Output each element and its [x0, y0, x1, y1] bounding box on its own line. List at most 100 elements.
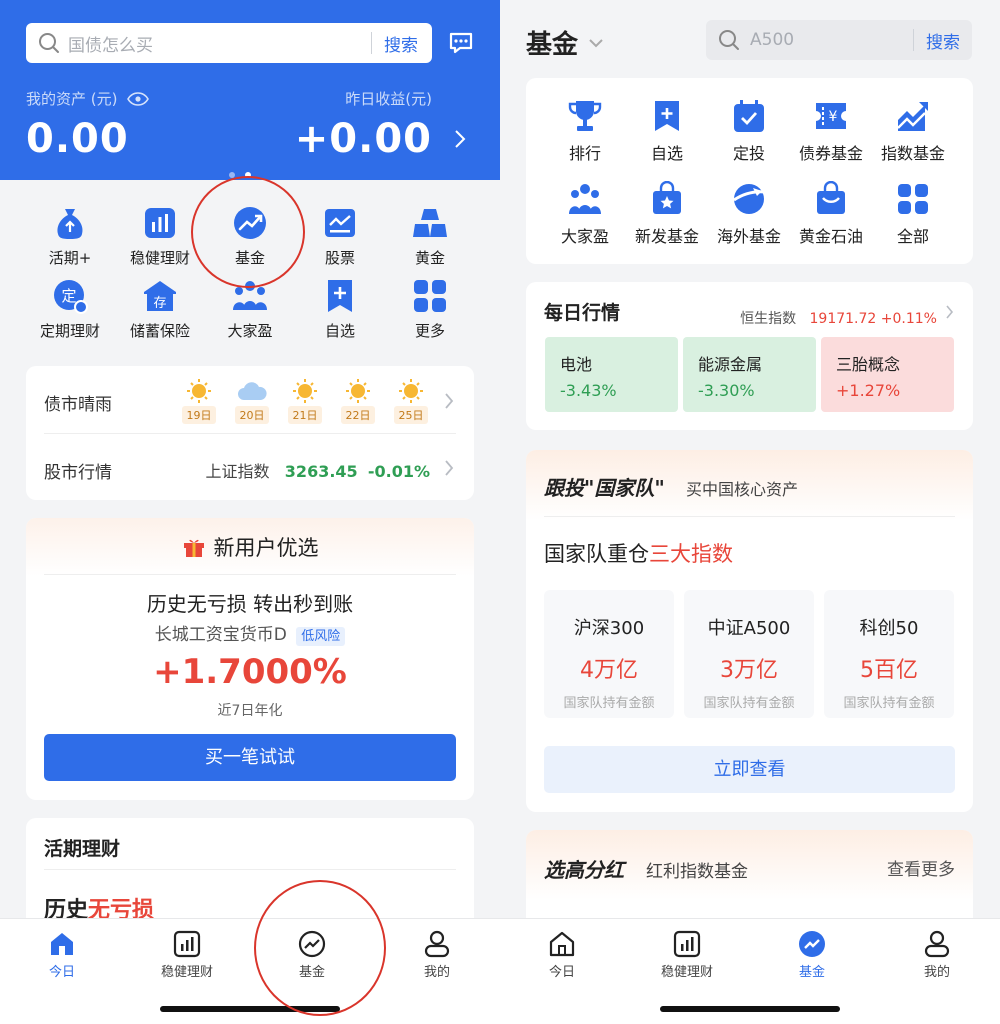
buy-button[interactable]: 买一笔试试 — [44, 734, 456, 781]
grid-item-bond-fund[interactable]: ¥ 债券基金 — [787, 98, 875, 164]
index-change: -0.01% — [367, 462, 430, 481]
index-card[interactable]: 沪深300 4万亿 国家队持有金额 — [544, 590, 674, 718]
tab-wenjian[interactable]: 稳健理财 — [137, 929, 237, 980]
weather-date: 20日 — [235, 406, 269, 424]
grid-label: 新发基金 — [634, 227, 699, 246]
index-quote[interactable]: 上证指数 3263.45 -0.01% — [206, 458, 430, 482]
hsi-quote[interactable]: 恒生指数 19171.72 +0.11% — [740, 308, 937, 328]
grid-label: 黄金 — [414, 249, 445, 267]
grid-item-gold[interactable]: 黄金 — [385, 203, 475, 268]
tab-fund[interactable]: 基金 — [762, 929, 862, 980]
grid-item-new-fund[interactable]: 新发基金 — [623, 181, 711, 247]
grid-item-dajiaying[interactable]: 大家盈 — [541, 181, 629, 247]
user-icon — [924, 930, 950, 958]
assets-value: 0.00 — [26, 116, 129, 162]
tab-today[interactable]: 今日 — [512, 929, 612, 980]
tab-today[interactable]: 今日 — [12, 929, 112, 980]
grid-item-index-fund[interactable]: 指数基金 — [869, 98, 957, 164]
chevron-right-icon[interactable] — [444, 392, 454, 410]
bond-market-label[interactable]: 债市晴雨 — [44, 390, 112, 415]
grid-item-fixed[interactable]: 定 定期理财 — [25, 276, 115, 341]
chevron-right-icon[interactable] — [444, 459, 454, 477]
grid-item-gold-oil[interactable]: 黄金石油 — [787, 181, 875, 247]
search-bar[interactable]: A500 搜索 — [706, 20, 972, 60]
sector-tile[interactable]: 电池 -3.43% — [545, 337, 678, 412]
search-placeholder[interactable]: 国债怎么买 — [68, 31, 371, 56]
stock-market-label[interactable]: 股市行情 — [44, 458, 112, 483]
weather-date: 25日 — [394, 406, 428, 424]
view-now-button[interactable]: 立即查看 — [544, 746, 955, 793]
search-bar[interactable]: 国债怎么买 搜索 — [26, 23, 432, 63]
grid-item-stock[interactable]: 股票 — [295, 203, 385, 268]
weather-day: 22日 — [341, 378, 375, 424]
index-card[interactable]: 科创50 5百亿 国家队持有金额 — [824, 590, 954, 718]
grid-item-rank[interactable]: 排行 — [541, 98, 629, 164]
grid-item-savings[interactable]: 存 储蓄保险 — [115, 276, 205, 341]
grid-label: 自选 — [324, 322, 355, 340]
search-button[interactable]: 搜索 — [384, 31, 418, 56]
grid-item-more[interactable]: 更多 — [385, 276, 475, 341]
tab-wenjian[interactable]: 稳健理财 — [637, 929, 737, 980]
grid-label: 活期+ — [48, 249, 92, 267]
grid-label: 大家盈 — [227, 322, 273, 340]
trend-icon — [799, 931, 825, 957]
search-button[interactable]: 搜索 — [926, 28, 960, 53]
grid-item-auto-invest[interactable]: 定投 — [705, 98, 793, 164]
sector-change: -3.43% — [560, 381, 617, 400]
promo-product: 长城工资宝货币D — [154, 625, 287, 645]
fund-title-dropdown[interactable]: 基金 — [526, 24, 604, 61]
grid-label: 定投 — [732, 144, 765, 163]
search-placeholder[interactable]: A500 — [750, 30, 913, 50]
grid-all-icon — [898, 184, 928, 214]
chevron-down-icon — [589, 38, 603, 47]
national-heading: 国家队重仓三大指数 — [544, 538, 733, 568]
chevron-right-icon[interactable] — [945, 304, 954, 320]
weather-date: 21日 — [288, 406, 322, 424]
national-heading-a: 国家队重仓 — [544, 542, 649, 566]
tab-label: 今日 — [548, 965, 575, 980]
divider — [544, 516, 955, 517]
people-icon — [569, 184, 601, 214]
index-name: 科创50 — [859, 618, 919, 639]
left-screen: 国债怎么买 搜索 我的资产 (元) 昨日收益(元) 0.00 +0.00 活期+… — [0, 0, 500, 1024]
promo-rate: +1.7000% — [153, 652, 347, 692]
grid-label: 自选 — [650, 144, 683, 163]
bookmark-plus-icon — [328, 280, 352, 312]
grid-label: 定期理财 — [39, 322, 100, 340]
grid-label: 股票 — [324, 249, 355, 267]
grid-more-icon — [414, 280, 446, 312]
promo-title: 新用户优选 — [213, 536, 319, 560]
page-title: 基金 — [526, 30, 579, 60]
grid-label: 稳健理财 — [129, 249, 190, 267]
grid-item-all[interactable]: 全部 — [869, 181, 957, 247]
divider — [44, 869, 456, 870]
search-icon — [39, 33, 59, 53]
tab-mine[interactable]: 我的 — [887, 929, 987, 980]
sector-tile[interactable]: 三胎概念 +1.27% — [821, 337, 954, 412]
grid-label: 储蓄保险 — [129, 322, 190, 340]
grid-item-watchlist[interactable]: 自选 — [623, 98, 711, 164]
grid-label: 黄金石油 — [798, 227, 863, 246]
home-icon — [549, 931, 575, 957]
sector-tile[interactable]: 能源金属 -3.30% — [683, 337, 816, 412]
weather-strip[interactable]: 19日 20日 21日 22日 25日 — [182, 378, 442, 424]
grid-item-watchlist[interactable]: 自选 — [295, 276, 385, 341]
grid-item-overseas-fund[interactable]: 海外基金 — [705, 181, 793, 247]
eye-icon[interactable] — [127, 91, 150, 106]
grid-label: 海外基金 — [716, 227, 781, 246]
svg-text:存: 存 — [153, 296, 166, 311]
message-icon[interactable] — [448, 30, 474, 56]
chevron-right-icon[interactable] — [454, 129, 466, 149]
svg-text:定: 定 — [61, 287, 76, 305]
weather-day: 21日 — [288, 378, 322, 424]
tab-label: 基金 — [798, 965, 825, 980]
grid-item-huoqi[interactable]: 活期+ — [25, 203, 115, 268]
promo-product-row: 长城工资宝货币D 低风险 — [26, 620, 474, 646]
tab-mine[interactable]: 我的 — [387, 929, 487, 980]
index-name: 中证A500 — [707, 618, 791, 639]
dividend-banner-b: 红利指数基金 — [646, 862, 748, 882]
view-more-link[interactable]: 查看更多 — [887, 855, 955, 880]
search-divider — [913, 29, 914, 51]
index-card[interactable]: 中证A500 3万亿 国家队持有金额 — [684, 590, 814, 718]
annotation-circle — [191, 176, 305, 288]
